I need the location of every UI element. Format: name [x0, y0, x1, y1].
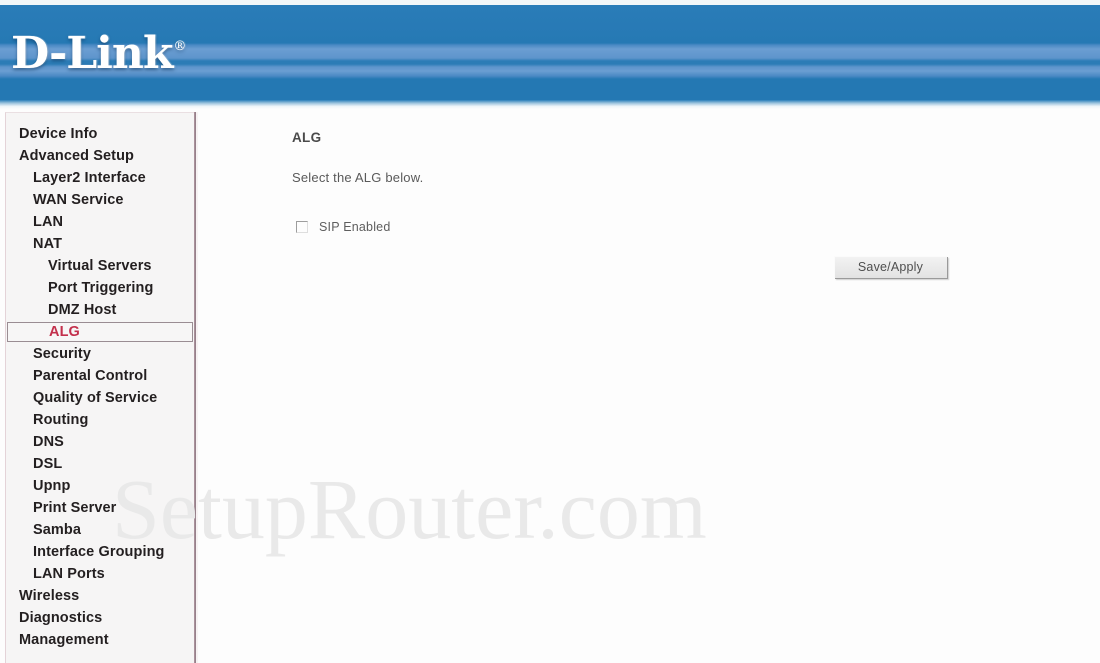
sidebar-item-security[interactable]: Security — [6, 343, 195, 365]
sidebar-item-diagnostics[interactable]: Diagnostics — [6, 607, 195, 629]
sidebar-item-label: WAN Service — [33, 192, 124, 208]
sidebar-item-layer2-interface[interactable]: Layer2 Interface — [6, 167, 195, 189]
sidebar-item-dsl[interactable]: DSL — [6, 453, 195, 475]
sidebar-item-label: NAT — [33, 236, 63, 252]
sidebar-item-label: Port Triggering — [48, 280, 154, 296]
sip-enabled-label: SIP Enabled — [319, 220, 391, 234]
sidebar-item-nat[interactable]: NAT — [6, 233, 195, 255]
router-admin-page: D-Link® Device Info Advanced Setup Layer2 … — [0, 0, 1100, 663]
sidebar-item-label: Layer2 Interface — [33, 170, 146, 186]
sidebar-item-dns[interactable]: DNS — [6, 431, 195, 453]
sidebar-item-alg[interactable]: ALG — [7, 322, 193, 342]
dlink-logo-text: D-Link — [11, 28, 173, 79]
sidebar-item-advanced-setup[interactable]: Advanced Setup — [6, 145, 195, 167]
sidebar-item-wireless[interactable]: Wireless — [6, 585, 195, 607]
sidebar-item-label: Diagnostics — [19, 610, 103, 626]
sidebar-item-label: LAN — [33, 214, 64, 230]
sidebar-item-lan-ports[interactable]: LAN Ports — [6, 563, 195, 585]
sidebar-item-label: Parental Control — [33, 368, 148, 384]
sidebar-item-label: Quality of Service — [33, 390, 158, 406]
sidebar-item-device-info[interactable]: Device Info — [6, 123, 195, 145]
registered-mark-icon: ® — [173, 39, 186, 54]
sidebar-item-label: Wireless — [19, 588, 80, 604]
sidebar-item-routing[interactable]: Routing — [6, 409, 195, 431]
sidebar-item-samba[interactable]: Samba — [6, 519, 195, 541]
save-apply-button[interactable]: Save/Apply — [834, 256, 947, 278]
sidebar-item-label: Security — [33, 346, 92, 362]
sidebar-item-label: Interface Grouping — [33, 544, 165, 560]
sidebar-item-quality-of-service[interactable]: Quality of Service — [6, 387, 195, 409]
sidebar-item-label: Management — [19, 632, 109, 648]
sidebar-item-label: LAN Ports — [33, 566, 105, 582]
sidebar-item-wan-service[interactable]: WAN Service — [6, 189, 195, 211]
sidebar-item-management[interactable]: Management — [6, 629, 195, 651]
sidebar-item-port-triggering[interactable]: Port Triggering — [6, 277, 195, 299]
sidebar-item-label: DNS — [33, 434, 64, 450]
sidebar-item-label: DSL — [33, 456, 63, 472]
sidebar-item-label: Samba — [33, 522, 82, 538]
sidebar-item-label: Virtual Servers — [48, 258, 152, 274]
sidebar-item-dmz-host[interactable]: DMZ Host — [6, 299, 195, 321]
sidebar-item-label: Print Server — [33, 500, 117, 516]
sidebar-item-interface-grouping[interactable]: Interface Grouping — [6, 541, 195, 563]
dlink-logo: D-Link® — [11, 32, 186, 76]
sidebar-item-label: DMZ Host — [48, 302, 117, 318]
sidebar-item-parental-control[interactable]: Parental Control — [6, 365, 195, 387]
sip-enabled-row[interactable]: SIP Enabled — [296, 220, 390, 234]
main-content: ALG Select the ALG below. SIP Enabled Sa… — [198, 112, 1100, 663]
banner-bottom-fade — [0, 100, 1100, 109]
sip-enabled-checkbox[interactable] — [296, 221, 308, 233]
sidebar-item-virtual-servers[interactable]: Virtual Servers — [6, 255, 195, 277]
sidebar-item-upnp[interactable]: Upnp — [6, 475, 195, 497]
sidebar-item-label: Upnp — [33, 478, 71, 494]
sidebar-item-label: ALG — [49, 324, 80, 340]
sidebar-nav: Device Info Advanced Setup Layer2 Interfac… — [5, 112, 195, 663]
sidebar-item-print-server[interactable]: Print Server — [6, 497, 195, 519]
sidebar-item-label: Device Info — [19, 126, 98, 142]
page-description: Select the ALG below. — [292, 170, 424, 185]
sidebar-item-lan[interactable]: LAN — [6, 211, 195, 233]
page-title: ALG — [292, 130, 322, 145]
header-banner: D-Link® — [0, 5, 1100, 108]
sidebar-item-label: Routing — [33, 412, 89, 428]
sidebar-item-label: Advanced Setup — [19, 148, 135, 164]
